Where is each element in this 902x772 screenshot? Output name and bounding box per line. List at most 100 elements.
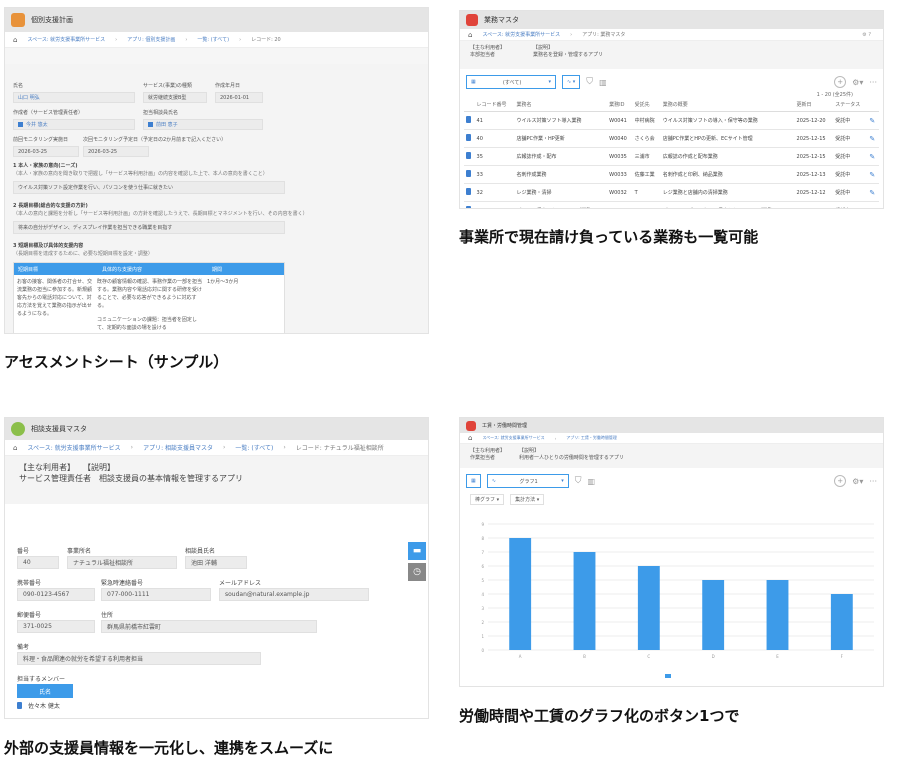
table-row[interactable]: 35 広報誌作成・配布 W0035 三浦市 広報誌の作成と配布業務 2025-12-15 受… xyxy=(464,147,879,166)
crumb-app[interactable]: アプリ: 個別支援計画 xyxy=(127,36,175,43)
office-field[interactable]: ナチュラル福祉相談所 xyxy=(67,556,177,569)
table-header-cell[interactable]: 更新日 xyxy=(794,98,834,112)
more-icon[interactable]: ··· xyxy=(869,78,877,87)
table-cell: 2025-12-12 xyxy=(794,183,834,202)
document-icon[interactable] xyxy=(466,152,471,159)
filter-icon[interactable]: ⛉ xyxy=(586,77,593,87)
next-monitoring-field[interactable]: 2026-03-25 xyxy=(83,146,149,157)
crumb-view[interactable]: 一覧: (すべて) xyxy=(197,36,229,43)
table-row[interactable]: 40 店舗PC作業・HP更新 W0040 さくら会 店舗PC作業とHPの更新、ECサイト… xyxy=(464,129,879,148)
zip-field[interactable]: 371-0025 xyxy=(17,620,95,633)
table-header-cell[interactable]: レコード番号 xyxy=(474,98,515,112)
add-record-icon[interactable]: + xyxy=(834,475,847,487)
document-icon[interactable] xyxy=(466,116,471,123)
bar[interactable] xyxy=(766,580,789,650)
row-edit-cell[interactable]: ✎ xyxy=(867,111,879,130)
pencil-icon[interactable]: ✎ xyxy=(869,171,875,179)
name-field[interactable]: 山口 明弘 xyxy=(13,92,135,103)
table-row[interactable]: 31パソコン保守・セットアップ業務W0031Yパソコン・プリンターの保守とセット… xyxy=(464,201,879,209)
bar[interactable] xyxy=(509,538,532,650)
crumb-view[interactable]: 一覧: (すべて) xyxy=(235,443,273,452)
table-cell: パソコン保守・セットアップ業務 xyxy=(514,201,608,208)
pencil-icon[interactable]: ✎ xyxy=(869,207,875,209)
table-row[interactable]: 33 名刺作成業務 W0033 佐藤工業 名刺作成と印刷、納品業務 2025-12-13 受… xyxy=(464,165,879,184)
chevron-down-icon: ▾ xyxy=(548,79,551,85)
graph-button[interactable]: ∿ ▾ xyxy=(562,75,581,89)
service-field[interactable]: 就労継続支援B型 xyxy=(143,92,207,103)
goal-table-header: 短期目標 具体的な支援内容 期間 xyxy=(14,263,284,275)
row-detail-cell[interactable] xyxy=(464,165,475,184)
table-header-cell[interactable]: 業務ID xyxy=(607,98,633,112)
gear-icon[interactable]: ⚙▾ xyxy=(852,78,863,87)
view-select[interactable]: ▦ (すべて) ▾ xyxy=(466,75,556,89)
no-field[interactable]: 40 xyxy=(17,556,59,569)
document-icon[interactable] xyxy=(17,702,22,709)
filter-icon[interactable]: ⛉ xyxy=(575,476,582,486)
row-edit-cell[interactable]: ✎ xyxy=(867,183,879,202)
table-header-cell[interactable]: 業務の概要 xyxy=(660,98,795,112)
person-field[interactable]: 池田 洋輔 xyxy=(185,556,247,569)
home-icon[interactable]: ⌂ xyxy=(13,36,17,44)
grid-view-button[interactable]: ▦ xyxy=(466,474,481,488)
chart-icon[interactable]: ▥ xyxy=(588,477,596,486)
pencil-icon[interactable]: ✎ xyxy=(869,189,875,197)
table-header-cell[interactable]: 業務名 xyxy=(514,98,608,112)
mail-field[interactable]: soudan@natural.example.jp xyxy=(219,588,369,601)
table-header-cell[interactable]: ステータス xyxy=(833,98,868,112)
home-icon[interactable]: ⌂ xyxy=(468,434,472,442)
more-icon[interactable]: ··· xyxy=(869,477,877,486)
table-row[interactable]: 32 レジ業務・清掃 W0032 T レジ業務と店舗内の清掃業務 2025-12-12 受託… xyxy=(464,183,879,202)
row-detail-cell[interactable] xyxy=(464,147,475,166)
row-edit-cell[interactable]: ✎ xyxy=(867,129,879,148)
pencil-icon[interactable]: ✎ xyxy=(869,153,875,161)
y-tick-label: 7 xyxy=(481,550,484,555)
chart-type-select[interactable]: 棒グラフ ▾ xyxy=(470,494,505,505)
document-icon[interactable] xyxy=(466,134,471,141)
row-detail-cell[interactable] xyxy=(464,201,475,208)
graph-select[interactable]: ∿ グラフ1 ▾ xyxy=(486,474,569,488)
aggregation-select[interactable]: 集計方法 ▾ xyxy=(510,494,545,505)
pencil-icon[interactable]: ✎ xyxy=(869,135,875,143)
col-period: 期間 xyxy=(212,266,223,273)
row-detail-cell[interactable] xyxy=(464,129,475,148)
bar[interactable] xyxy=(830,594,853,650)
row-detail-cell[interactable] xyxy=(464,183,475,202)
address-field[interactable]: 群馬県前橋市紅雲町 xyxy=(101,620,317,633)
add-record-icon[interactable]: + xyxy=(834,76,847,88)
emergency-field[interactable]: 077-000-1111 xyxy=(101,588,211,601)
comment-icon[interactable]: ▬ xyxy=(408,542,426,560)
settings-icon[interactable]: ⚙ ? xyxy=(862,32,871,38)
bar[interactable] xyxy=(637,566,660,650)
gear-icon[interactable]: ⚙▾ xyxy=(852,477,863,486)
crumb-space[interactable]: スペース: 就労支援事業所サービス xyxy=(27,443,120,452)
pencil-icon[interactable]: ✎ xyxy=(869,117,875,125)
creator-field[interactable]: 今井 悠太 xyxy=(13,119,135,130)
document-icon[interactable] xyxy=(466,188,471,195)
document-icon[interactable] xyxy=(466,206,471,208)
phone-field[interactable]: 090-0123-4567 xyxy=(17,588,95,601)
row-edit-cell[interactable]: ✎ xyxy=(867,147,879,166)
section1-field[interactable]: ウイルス対策ソフト設定作業を行い、パソコンを使う仕事に就きたい xyxy=(13,181,285,194)
counselor-field[interactable]: 前田 恵子 xyxy=(143,119,263,130)
table-row[interactable]: 41 ウイルス対策ソフト導入業務 W0041 中村病院 ウイルス対策ソフトの導入・保守等… xyxy=(464,111,879,130)
home-icon[interactable]: ⌂ xyxy=(13,444,17,452)
history-icon[interactable]: ◷ xyxy=(408,563,426,581)
row-detail-cell[interactable] xyxy=(464,111,475,130)
bar[interactable] xyxy=(573,552,596,650)
section2-field[interactable]: 将来の自分がデザイン、ディスプレイ作業を担当できる職業を目指す xyxy=(13,221,285,234)
home-icon[interactable]: ⌂ xyxy=(468,31,472,39)
chart-icon[interactable]: ▥ xyxy=(599,78,607,87)
prev-monitoring-field[interactable]: 2026-03-25 xyxy=(13,146,79,157)
created-date-field[interactable]: 2026-01-01 xyxy=(215,92,263,103)
crumb-space[interactable]: スペース: 就労支援事業所サービス xyxy=(482,435,544,441)
crumb-app[interactable]: アプリ: 相談支援員マスタ xyxy=(143,443,213,452)
crumb-space[interactable]: スペース: 就労支援事業所サービス xyxy=(27,36,105,43)
note-field[interactable]: 料理・食品関連の就労を希望する利用者担当 xyxy=(17,652,261,665)
bar[interactable] xyxy=(702,580,725,650)
row-edit-cell[interactable]: ✎ xyxy=(867,201,879,209)
document-icon[interactable] xyxy=(466,170,471,177)
crumb-space[interactable]: スペース: 就労支援事業所サービス xyxy=(482,31,560,38)
mail-label: メールアドレス xyxy=(219,580,262,587)
table-header-cell[interactable]: 受託先 xyxy=(632,98,661,112)
row-edit-cell[interactable]: ✎ xyxy=(867,165,879,184)
